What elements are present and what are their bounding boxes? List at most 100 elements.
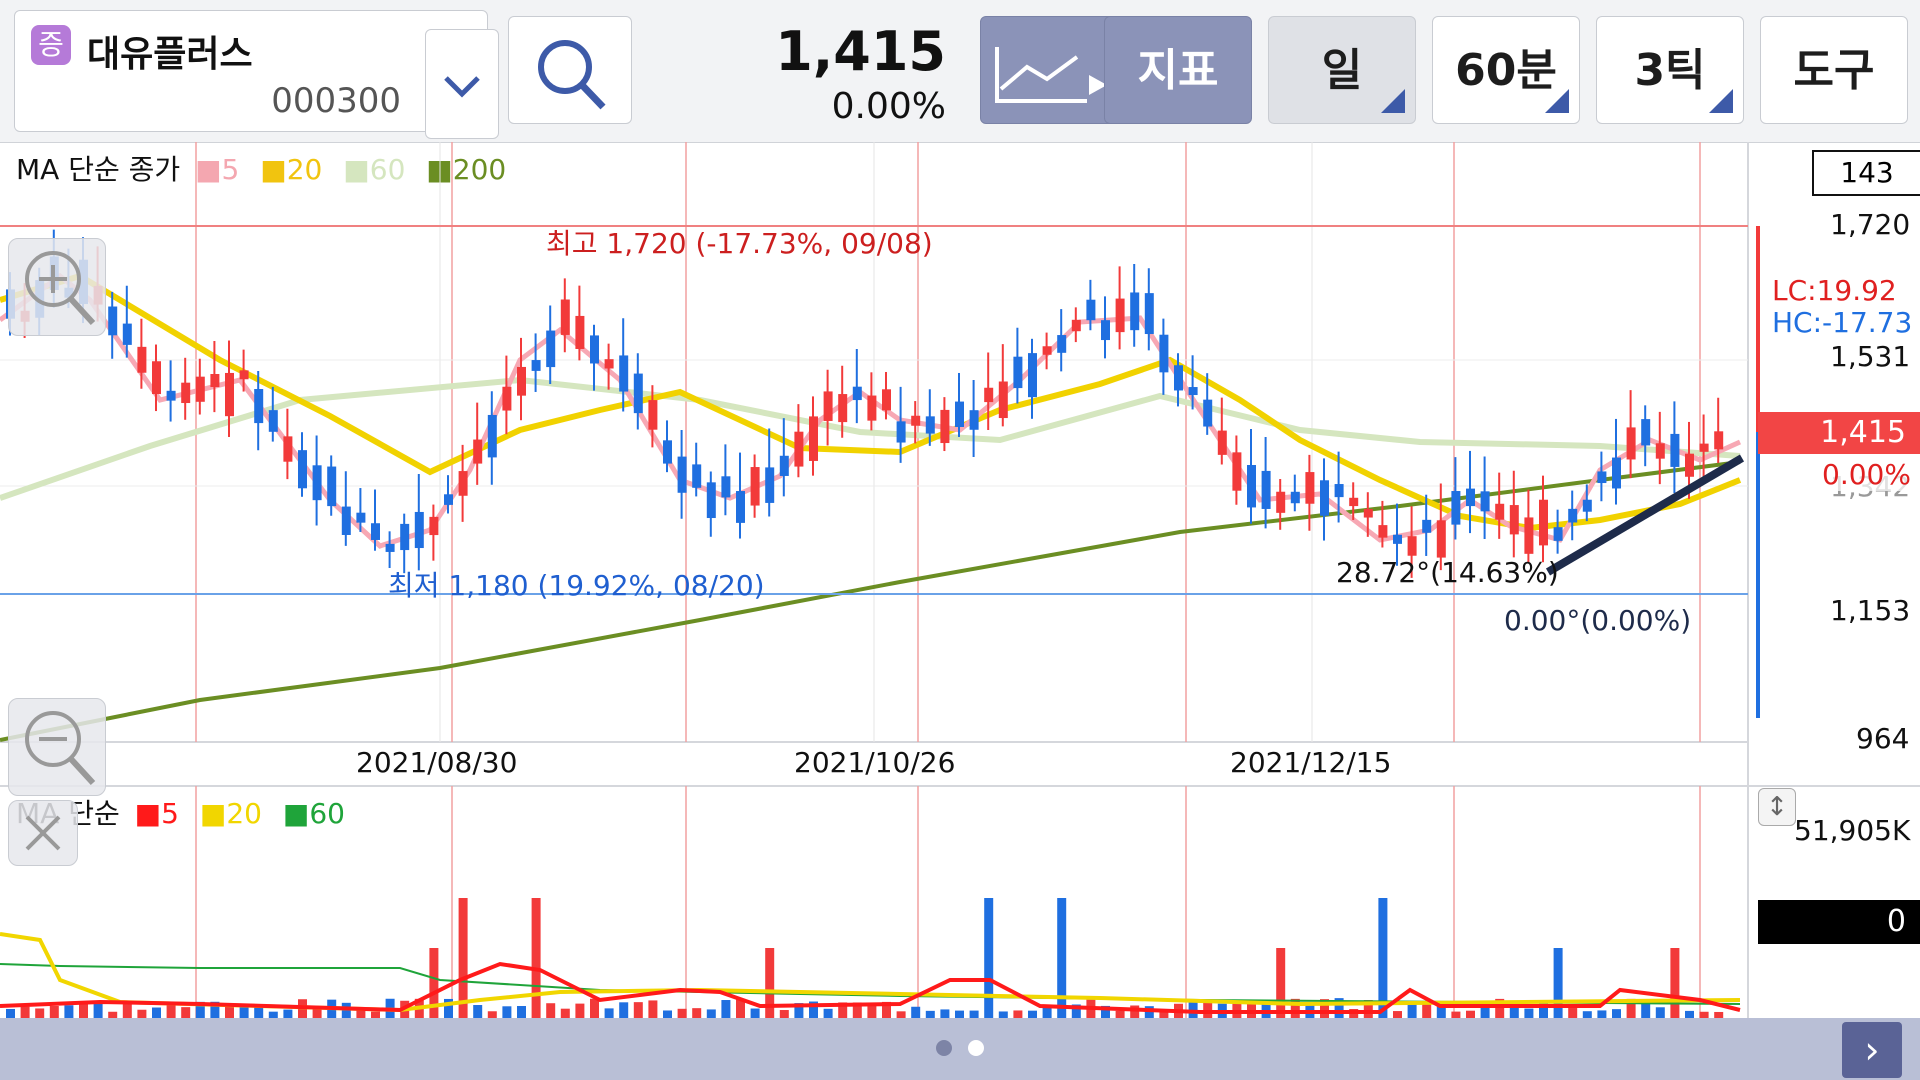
close-volume-button[interactable] — [8, 800, 78, 866]
volume-bar — [1582, 1011, 1592, 1018]
volume-bar — [93, 1003, 103, 1018]
candle-body — [181, 382, 191, 404]
y-tick-1720: 1,720 — [1830, 208, 1911, 241]
candle-body — [1334, 484, 1344, 498]
candle-body — [283, 436, 293, 462]
candle-body — [1699, 443, 1709, 452]
candle-body — [517, 366, 526, 396]
candle-body — [1247, 465, 1256, 508]
volume-bar — [502, 1006, 512, 1018]
volume-bar — [677, 1008, 687, 1018]
candle-body — [794, 431, 804, 467]
volume-bar — [283, 1009, 293, 1018]
volume-bar — [517, 1006, 526, 1018]
candle-body — [1641, 419, 1651, 446]
candle-body — [108, 306, 118, 336]
candle-body — [1071, 319, 1081, 332]
volume-bar — [604, 1008, 614, 1018]
candle-body — [1042, 346, 1052, 355]
candle-body — [312, 465, 322, 501]
trend-angle-label-2: 0.00°(0.00%) — [1504, 604, 1692, 637]
candle-body — [692, 464, 702, 488]
candle-body — [560, 299, 570, 335]
candle-body — [1217, 430, 1227, 455]
scale-box[interactable]: 143 — [1812, 150, 1920, 196]
resize-handle-icon[interactable]: ↕ — [1758, 788, 1796, 826]
candle-body — [166, 390, 176, 401]
candle-body — [429, 516, 439, 536]
volume-bar — [6, 1008, 15, 1018]
candle-body — [1101, 320, 1110, 341]
volume-bar — [1276, 948, 1286, 1018]
candle-body — [1685, 453, 1694, 477]
volume-bar — [940, 1009, 950, 1018]
candle-body — [1582, 499, 1592, 512]
candle-body — [1436, 520, 1446, 558]
trend-angle-label: 28.72°(14.63%) — [1336, 556, 1559, 589]
volume-bar — [560, 1008, 570, 1018]
current-price-marker: 1,415 — [1758, 412, 1920, 454]
candle-body — [1480, 491, 1490, 512]
candle-body — [1028, 353, 1037, 398]
volume-bar — [254, 1006, 264, 1018]
candle-body — [1553, 527, 1563, 541]
volume-bar — [1612, 1009, 1621, 1018]
volume-bar — [896, 1011, 906, 1018]
volume-bar — [867, 1004, 877, 1018]
volume-bar — [137, 1009, 147, 1018]
y-tick-964: 964 — [1856, 722, 1910, 755]
volume-bar — [1013, 1010, 1023, 1018]
candle-body — [400, 523, 410, 551]
candle-body — [940, 409, 950, 444]
page-dot-1[interactable] — [936, 1040, 952, 1056]
candle-body — [268, 410, 278, 432]
vol-ma60-legend: ■60 — [282, 797, 345, 830]
candle-body — [1086, 299, 1096, 321]
x-tick-2: 2021/10/26 — [794, 746, 956, 779]
next-page-button[interactable]: › — [1842, 1022, 1902, 1078]
candle-body — [575, 315, 585, 349]
candle-body — [1232, 452, 1242, 491]
candle-body — [736, 491, 745, 523]
volume-bar — [1670, 948, 1680, 1018]
candle-body — [1378, 525, 1388, 538]
candle-body — [984, 387, 994, 403]
candle-body — [1539, 499, 1548, 546]
volume-bar — [1115, 1010, 1125, 1018]
candle-body — [1422, 519, 1432, 533]
candle-body — [1509, 505, 1519, 535]
page-indicator-bar — [0, 1018, 1920, 1080]
candle-body — [473, 439, 483, 464]
volume-bar — [648, 1000, 658, 1018]
zoom-in-button[interactable] — [8, 238, 106, 336]
volume-bar — [969, 1010, 979, 1018]
volume-bar — [1393, 1011, 1402, 1018]
volume-bar — [633, 1002, 643, 1018]
candle-body — [239, 370, 249, 380]
candle-body — [1393, 534, 1402, 544]
volume-bar — [546, 1003, 556, 1018]
volume-bar — [1290, 998, 1300, 1018]
volume-bar — [575, 1003, 585, 1018]
candle-body — [779, 455, 789, 476]
candle-body — [765, 467, 775, 503]
volume-bar — [1524, 1008, 1534, 1018]
candle-body — [969, 410, 979, 430]
candle-body — [531, 360, 541, 371]
high-price-label: 최고 1,720 (-17.73%, 09/08) — [546, 227, 933, 260]
candle-body — [911, 415, 921, 426]
volume-bar — [779, 1010, 789, 1018]
volume-bar — [663, 1010, 672, 1018]
candle-body — [677, 456, 687, 493]
page-dot-2[interactable] — [968, 1040, 984, 1056]
price-chart[interactable] — [0, 0, 1920, 1018]
zoom-out-button[interactable] — [8, 698, 106, 796]
volume-bar — [1568, 1008, 1578, 1018]
candle-body — [1568, 508, 1578, 523]
candle-body — [1130, 292, 1140, 331]
volume-bar — [692, 1008, 702, 1018]
candle-body — [1188, 387, 1198, 396]
volume-bar — [1057, 898, 1067, 1018]
candle-body — [590, 335, 599, 364]
vol-ma20-line — [0, 932, 1741, 1013]
